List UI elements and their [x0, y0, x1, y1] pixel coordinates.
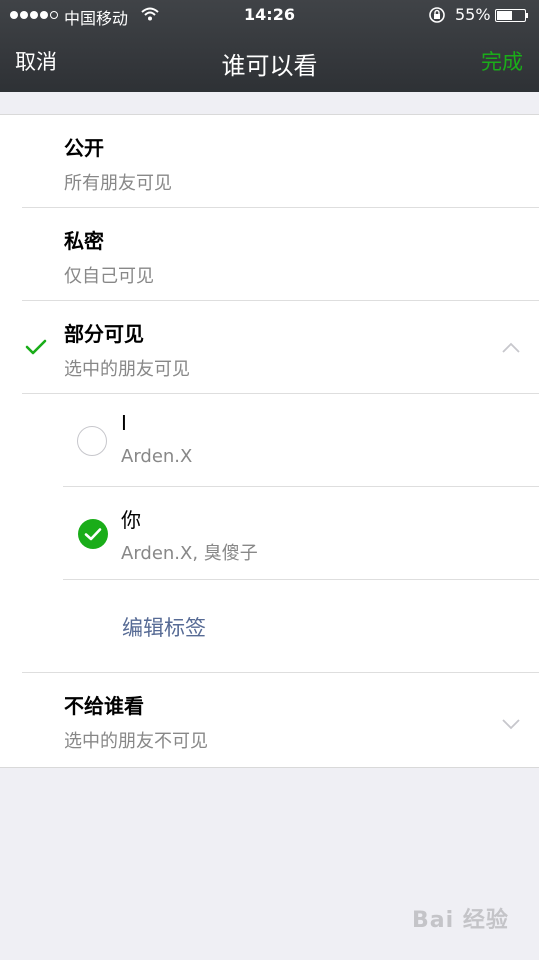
visibility-options-list: 公开 所有朋友可见 私密 仅自己可见 部分可见 选中的朋友可见 I Arden.…: [0, 114, 539, 768]
status-bar: 中国移动 14:26 55%: [0, 0, 539, 30]
option-title: 不给谁看: [64, 694, 144, 718]
tag-row[interactable]: I Arden.X: [0, 394, 539, 487]
done-button[interactable]: 完成: [481, 46, 523, 76]
option-partially-visible[interactable]: 部分可见 选中的朋友可见: [0, 301, 539, 394]
tag-members: Arden.X, 臭傻子: [121, 543, 258, 564]
edit-tags-link[interactable]: 编辑标签: [122, 612, 206, 642]
watermark-logo: Bai 经验: [412, 908, 509, 933]
option-subtitle: 仅自己可见: [64, 266, 154, 287]
option-title: 公开: [64, 136, 104, 160]
checked-circle-icon[interactable]: [78, 519, 108, 553]
checkmark-icon: [25, 338, 47, 360]
unchecked-circle-icon[interactable]: [77, 426, 107, 456]
option-public[interactable]: 公开 所有朋友可见: [0, 115, 539, 208]
option-title: 部分可见: [64, 322, 144, 346]
chevron-down-icon[interactable]: [501, 715, 521, 734]
option-title: 私密: [64, 229, 104, 253]
option-private[interactable]: 私密 仅自己可见: [0, 208, 539, 301]
option-subtitle: 选中的朋友可见: [64, 359, 190, 380]
tag-row[interactable]: 你 Arden.X, 臭傻子: [0, 487, 539, 580]
option-subtitle: 所有朋友可见: [64, 173, 172, 194]
option-hidden-from[interactable]: 不给谁看 选中的朋友不可见: [0, 673, 539, 766]
edit-tags-row[interactable]: 编辑标签: [0, 580, 539, 673]
page-title: 谁可以看: [221, 52, 318, 80]
battery-icon: [495, 9, 526, 22]
top-bar: 中国移动 14:26 55% 取消 谁可以看 完成: [0, 0, 539, 92]
tag-name: 你: [121, 508, 141, 532]
tag-members: Arden.X: [121, 446, 193, 467]
chevron-up-icon[interactable]: [501, 339, 521, 358]
tag-name: I: [121, 411, 127, 435]
orientation-lock-icon: [428, 6, 446, 28]
battery-percent: 55%: [455, 5, 491, 24]
battery-tip: [526, 13, 528, 18]
option-subtitle: 选中的朋友不可见: [64, 731, 208, 752]
